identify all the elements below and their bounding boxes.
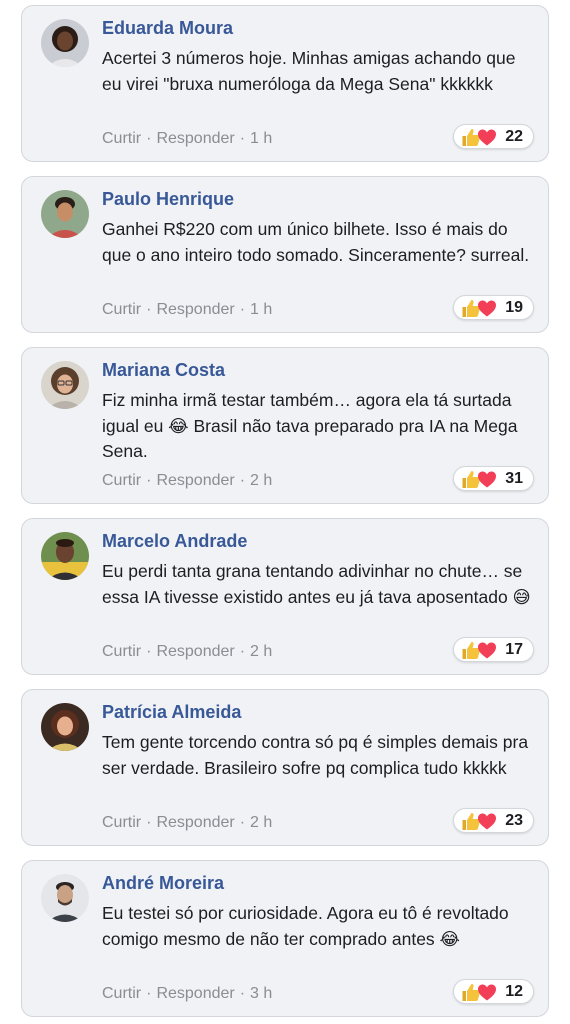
like-link[interactable]: Curtir xyxy=(102,472,141,489)
comment-actions: Curtir · Responder · 1 h xyxy=(102,130,272,148)
heart-icon xyxy=(478,984,497,1000)
separator-dot: · xyxy=(239,130,246,147)
like-link[interactable]: Curtir xyxy=(102,301,141,318)
separator-dot: · xyxy=(146,301,152,318)
reply-link[interactable]: Responder xyxy=(156,301,234,318)
like-link[interactable]: Curtir xyxy=(102,643,141,660)
comments-list: Eduarda Moura Acertei 3 números hoje. Mi… xyxy=(0,0,570,1024)
comment-text: Fiz minha irmã testar também… agora ela … xyxy=(102,390,518,461)
separator-dot: · xyxy=(146,985,152,1002)
avatar[interactable] xyxy=(41,874,89,922)
like-link[interactable]: Curtir xyxy=(102,130,141,147)
comment-author[interactable]: Marcelo Andrade xyxy=(102,531,247,552)
reactions-summary[interactable]: 12 xyxy=(453,979,534,1004)
separator-dot: · xyxy=(146,130,152,147)
comment-author[interactable]: Eduarda Moura xyxy=(102,18,233,39)
reaction-icons xyxy=(460,639,498,661)
reactions-summary[interactable]: 23 xyxy=(453,808,534,833)
comment-card: Mariana Costa Fiz minha irmã testar tamb… xyxy=(21,347,549,504)
comment-actions: Curtir · Responder · 2 h xyxy=(102,472,272,490)
reactions-summary[interactable]: 19 xyxy=(453,295,534,320)
reactions-summary[interactable]: 17 xyxy=(453,637,534,662)
reaction-count: 31 xyxy=(505,469,523,487)
heart-icon xyxy=(478,129,497,145)
avatar[interactable] xyxy=(41,703,89,751)
comment-author[interactable]: Mariana Costa xyxy=(102,360,225,381)
comment-text: Tem gente torcendo contra só pq é simple… xyxy=(102,732,529,778)
reply-link[interactable]: Responder xyxy=(156,643,234,660)
reaction-count: 23 xyxy=(505,811,523,829)
comment-timestamp[interactable]: 1 h xyxy=(250,130,272,147)
comment-card: Patrícia Almeida Tem gente torcendo cont… xyxy=(21,689,549,846)
comment-card: Paulo Henrique Ganhei R$220 com um único… xyxy=(21,176,549,333)
comment-timestamp[interactable]: 1 h xyxy=(250,301,272,318)
comment-timestamp[interactable]: 2 h xyxy=(250,643,272,660)
reactions-summary[interactable]: 31 xyxy=(453,466,534,491)
comment-card: Marcelo Andrade Eu perdi tanta grana ten… xyxy=(21,518,549,675)
reply-link[interactable]: Responder xyxy=(156,130,234,147)
avatar[interactable] xyxy=(41,19,89,67)
separator-dot: · xyxy=(239,472,246,489)
avatar[interactable] xyxy=(41,361,89,409)
separator-dot: · xyxy=(146,643,152,660)
comment-author[interactable]: Paulo Henrique xyxy=(102,189,234,210)
reaction-icons xyxy=(460,297,498,319)
avatar[interactable] xyxy=(41,190,89,238)
comment-text: Eu perdi tanta grana tentando adivinhar … xyxy=(102,561,531,607)
comment-actions: Curtir · Responder · 1 h xyxy=(102,301,272,319)
heart-icon xyxy=(478,471,497,487)
reaction-icons xyxy=(460,981,498,1003)
reply-link[interactable]: Responder xyxy=(156,472,234,489)
comment-actions: Curtir · Responder · 3 h xyxy=(102,985,272,1003)
comment-card: André Moreira Eu testei só por curiosida… xyxy=(21,860,549,1017)
separator-dot: · xyxy=(239,643,246,660)
comment-timestamp[interactable]: 2 h xyxy=(250,814,272,831)
reaction-count: 22 xyxy=(505,127,523,145)
comment-timestamp[interactable]: 2 h xyxy=(250,472,272,489)
reaction-icons xyxy=(460,468,498,490)
reply-link[interactable]: Responder xyxy=(156,985,234,1002)
reactions-summary[interactable]: 22 xyxy=(453,124,534,149)
heart-icon xyxy=(478,813,497,829)
separator-dot: · xyxy=(146,472,152,489)
reply-link[interactable]: Responder xyxy=(156,814,234,831)
avatar[interactable] xyxy=(41,532,89,580)
comment-author[interactable]: André Moreira xyxy=(102,873,224,894)
comment-card: Eduarda Moura Acertei 3 números hoje. Mi… xyxy=(21,5,549,162)
comment-text: Ganhei R$220 com um único bilhete. Isso … xyxy=(102,219,530,265)
separator-dot: · xyxy=(239,814,246,831)
heart-icon xyxy=(478,642,497,658)
separator-dot: · xyxy=(239,985,246,1002)
like-link[interactable]: Curtir xyxy=(102,985,141,1002)
reaction-count: 17 xyxy=(505,640,523,658)
comment-actions: Curtir · Responder · 2 h xyxy=(102,643,272,661)
comment-text: Eu testei só por curiosidade. Agora eu t… xyxy=(102,903,509,949)
comment-author[interactable]: Patrícia Almeida xyxy=(102,702,241,723)
like-link[interactable]: Curtir xyxy=(102,814,141,831)
comment-timestamp[interactable]: 3 h xyxy=(250,985,272,1002)
reaction-icons xyxy=(460,810,498,832)
reaction-count: 12 xyxy=(505,982,523,1000)
separator-dot: · xyxy=(239,301,246,318)
comment-actions: Curtir · Responder · 2 h xyxy=(102,814,272,832)
reaction-count: 19 xyxy=(505,298,523,316)
reaction-icons xyxy=(460,126,498,148)
separator-dot: · xyxy=(146,814,152,831)
heart-icon xyxy=(478,300,497,316)
comment-text: Acertei 3 números hoje. Minhas amigas ac… xyxy=(102,48,516,94)
